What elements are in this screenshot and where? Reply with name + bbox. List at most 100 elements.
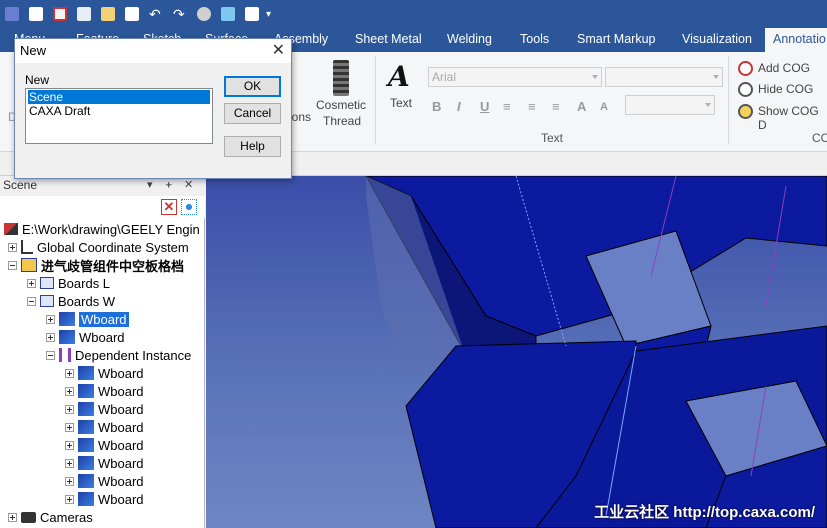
customize-dropdown-icon[interactable]: ▾ (266, 9, 271, 20)
expand-icon[interactable] (65, 386, 74, 396)
align-left-button[interactable]: ≡ (503, 99, 511, 114)
tree-item-wboard[interactable]: Wboard (65, 454, 144, 472)
ribbon-separator (728, 56, 729, 144)
tree-item-label: Wboard (98, 491, 144, 507)
italic-button[interactable]: I (457, 99, 461, 114)
align-right-button[interactable]: ≡ (552, 99, 560, 114)
panel-menu-icon[interactable]: ▾ (147, 178, 153, 191)
tree-item-assembly[interactable]: 进气歧管组件中空板格档 (8, 256, 184, 274)
underline-button[interactable]: U (480, 99, 489, 114)
grow-font-button[interactable]: A (577, 99, 586, 114)
shrink-font-button[interactable]: A (600, 101, 608, 113)
tree-item-label: Wboard (98, 419, 144, 435)
list-item-scene[interactable]: Scene (28, 90, 210, 104)
cosmetic-thread-button[interactable]: Cosmetic Thread (314, 56, 370, 128)
add-cog-label: Add COG (758, 61, 811, 75)
tree-item-boards-l[interactable]: Boards L (27, 274, 110, 292)
pin-icon[interactable]: ᚐ (166, 178, 171, 191)
part-icon (78, 456, 94, 470)
tree-item-wboard[interactable]: Wboard (65, 472, 144, 490)
collapse-icon[interactable] (8, 260, 17, 270)
dialog-title: New (20, 43, 47, 58)
tree-toolbar: ✕ (0, 196, 205, 218)
tree-item-label: Wboard (79, 311, 129, 327)
collapse-icon[interactable] (46, 350, 55, 360)
expand-icon[interactable] (27, 278, 36, 288)
tree-root[interactable]: E:\Work\drawing\GEELY Engin (4, 220, 200, 238)
expand-icon[interactable] (8, 512, 17, 522)
properties-icon[interactable] (245, 7, 259, 21)
part-icon (78, 474, 94, 488)
pattern-tool-icon[interactable] (181, 199, 197, 215)
help-button[interactable]: Help (224, 136, 281, 157)
tree-item-label: Wboard (98, 437, 144, 453)
tab-welding[interactable]: Welding (447, 28, 492, 52)
tree-item-wboard[interactable]: Wboard (65, 490, 144, 508)
cosmetic-label-2: Thread (323, 114, 362, 128)
tree-item-wboard[interactable]: Wboard (65, 364, 144, 382)
tree-item-wboard[interactable]: Wboard (65, 400, 144, 418)
tab-sheet-metal[interactable]: Sheet Metal (355, 28, 422, 52)
list-item-caxa-draft[interactable]: CAXA Draft (28, 104, 210, 118)
part-icon (78, 402, 94, 416)
pattern-icon[interactable] (221, 7, 235, 21)
align-center-button[interactable]: ≡ (528, 99, 536, 114)
sphere-icon[interactable] (197, 7, 211, 21)
tree-item-dependent[interactable]: Dependent Instance (46, 346, 191, 364)
tree-item-wboard[interactable]: Wboard (65, 382, 144, 400)
ok-button[interactable]: OK (224, 76, 281, 97)
panel-header: Scene ▾ ᚐ ✕ (0, 176, 205, 196)
tree-item-wboard[interactable]: Wboard (46, 328, 125, 346)
expand-icon[interactable] (65, 404, 74, 414)
text-button[interactable]: A Text (384, 60, 418, 114)
tree-item-label: Wboard (98, 455, 144, 471)
save-as-icon[interactable] (77, 7, 91, 21)
delete-icon[interactable]: ✕ (161, 199, 177, 215)
tree-item-wboard[interactable]: Wboard (65, 436, 144, 454)
app-menu-icon[interactable] (5, 7, 19, 21)
expand-icon[interactable] (65, 476, 74, 486)
expand-icon[interactable] (65, 368, 74, 378)
tree-item-cameras[interactable]: Cameras (8, 508, 93, 526)
bold-button[interactable]: B (432, 99, 441, 114)
hide-cog-button[interactable]: Hide COG (738, 81, 827, 99)
part-icon (78, 366, 94, 380)
cosmetic-label-1: Cosmetic (316, 98, 367, 112)
tree-item-boards-w[interactable]: Boards W (27, 292, 115, 310)
font-size-combo[interactable] (605, 67, 723, 87)
save-icon[interactable] (125, 7, 139, 21)
panel-close-icon[interactable]: ✕ (184, 178, 193, 191)
cancel-button[interactable]: Cancel (224, 103, 281, 124)
3d-viewport[interactable]: 工业云社区 http://top.caxa.com/ (206, 176, 827, 528)
tree-item-wboard[interactable]: Wboard (65, 418, 144, 436)
expand-icon[interactable] (46, 332, 55, 342)
redo-icon[interactable]: ↷ (173, 7, 187, 21)
text-style-combo[interactable] (625, 95, 715, 115)
add-cog-button[interactable]: Add COG (738, 60, 827, 78)
expand-icon[interactable] (46, 314, 55, 324)
expand-icon[interactable] (8, 242, 17, 252)
close-icon[interactable]: ✕ (272, 40, 285, 60)
tree-item-wboard[interactable]: Wboard (46, 310, 129, 328)
expand-icon[interactable] (65, 494, 74, 504)
tab-visualization[interactable]: Visualization (682, 28, 752, 52)
new-file-icon[interactable] (29, 7, 43, 21)
chevron-down-icon (592, 75, 598, 79)
undo-icon[interactable]: ↶ (149, 7, 163, 21)
tab-smart-markup[interactable]: Smart Markup (577, 28, 656, 52)
expand-icon[interactable] (65, 440, 74, 450)
model-render (365, 176, 827, 528)
show-cog-button[interactable]: Show COG D (738, 103, 827, 132)
cog-group-label: CO (812, 131, 827, 145)
text-button-label: Text (390, 96, 413, 110)
print-icon[interactable] (53, 7, 67, 21)
open-folder-icon[interactable] (101, 7, 115, 21)
document-type-list[interactable]: Scene CAXA Draft (25, 88, 213, 144)
tab-annotation[interactable]: Annotatio (765, 28, 827, 52)
expand-icon[interactable] (65, 422, 74, 432)
tab-tools[interactable]: Tools (520, 28, 549, 52)
tree-item-global[interactable]: Global Coordinate System (8, 238, 189, 256)
font-combo[interactable]: Arial (428, 67, 602, 87)
expand-icon[interactable] (65, 458, 74, 468)
collapse-icon[interactable] (27, 296, 36, 306)
